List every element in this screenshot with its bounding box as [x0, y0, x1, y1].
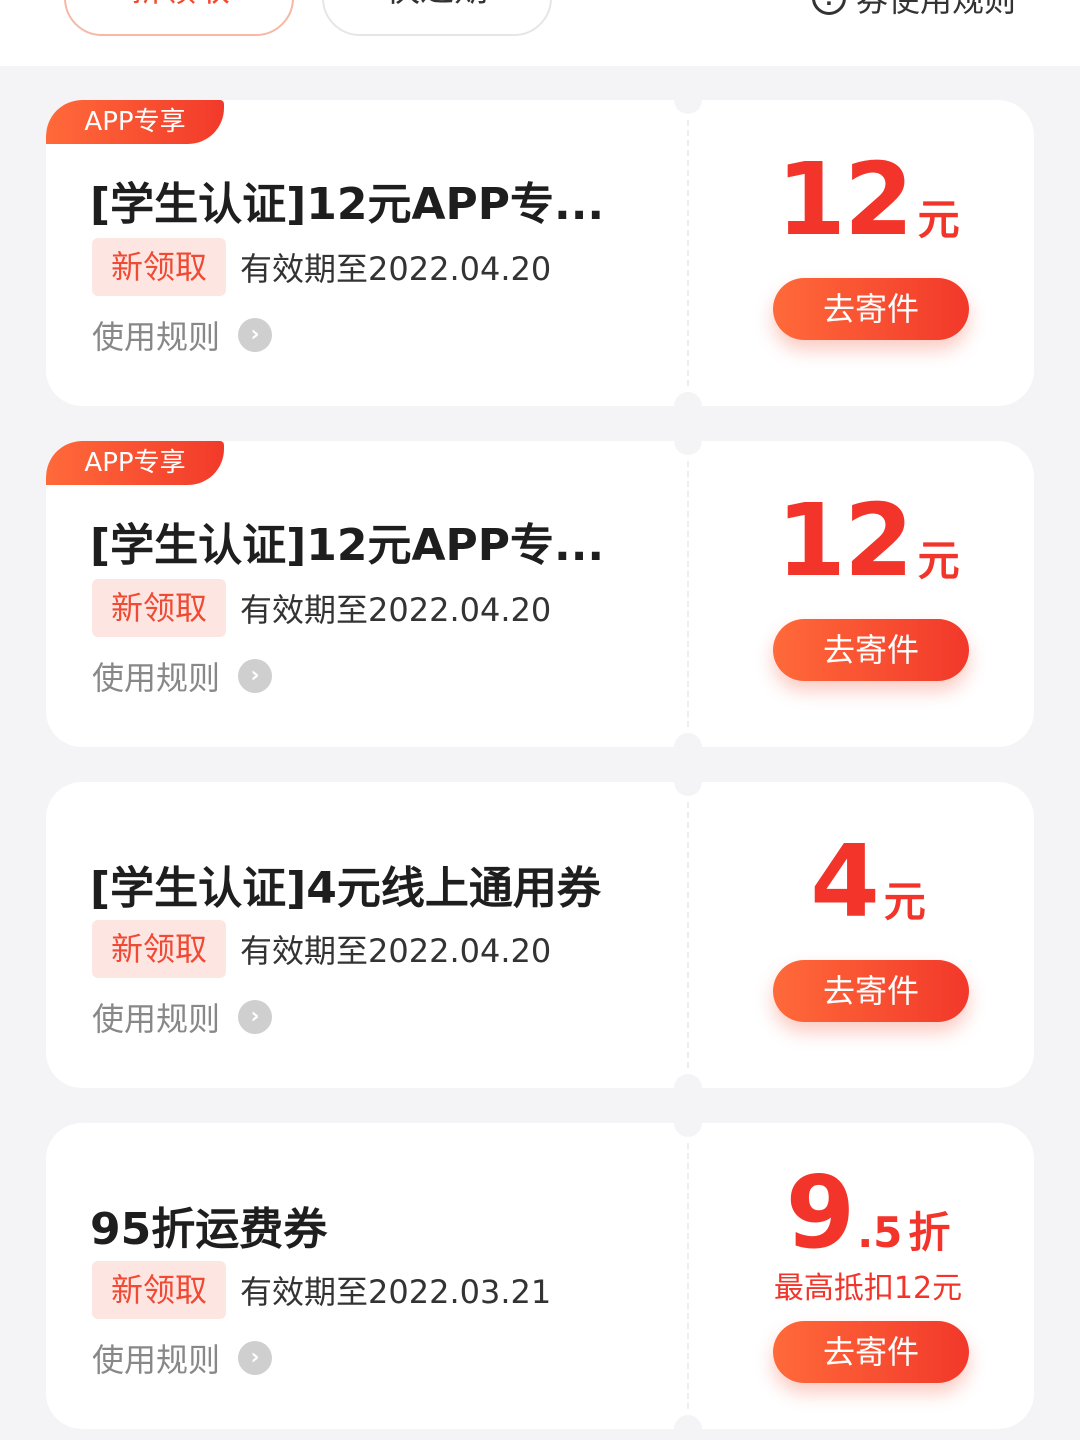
coupon-title: [学生认证]12元APP专...	[90, 520, 605, 571]
new-tag: 新领取	[92, 238, 226, 296]
usage-rules-link[interactable]: 使用规则 ›	[92, 1335, 273, 1381]
max-discount-text: 最高抵扣12元	[773, 1271, 963, 1306]
app-exclusive-badge: APP专享	[46, 441, 224, 485]
new-tag: 新领取	[92, 920, 226, 978]
amount-value: 12	[776, 141, 913, 258]
coupon-amount: 4元	[702, 832, 1034, 932]
coupon-title: [学生认证]12元APP专...	[90, 179, 605, 230]
expiry-date: 有效期至2022.03.21	[240, 1273, 552, 1311]
usage-rules-label: 使用规则	[92, 318, 221, 356]
coupon-card: [学生认证]4元线上通用券 新领取 有效期至2022.04.20 使用规则 › …	[46, 782, 1034, 1088]
filter-new-button[interactable]: 新领取	[64, 0, 294, 36]
usage-rules-label: 使用规则	[92, 659, 221, 697]
expiry-date: 有效期至2022.04.20	[240, 932, 552, 970]
expiry-date: 有效期至2022.04.20	[240, 591, 552, 629]
usage-rules-link[interactable]: 使用规则 ›	[92, 653, 273, 699]
coupon-rules-label: 券使用规则	[855, 0, 1016, 19]
coupon-rules-link[interactable]: ! 券使用规则	[811, 0, 1016, 19]
chevron-right-icon: ›	[238, 1341, 273, 1375]
expiry-date: 有效期至2022.04.20	[240, 250, 552, 288]
coupon-amount: 12 元	[702, 150, 1034, 250]
chevron-right-icon: ›	[238, 318, 273, 352]
coupon-card: APP专享 [学生认证]12元APP专... 新领取 有效期至2022.04.2…	[46, 441, 1034, 747]
new-tag: 新领取	[92, 579, 226, 637]
amount-unit: 折	[908, 1208, 951, 1257]
amount-unit: 元	[917, 536, 960, 585]
coupon-amount: 12 元	[702, 491, 1034, 591]
amount-value: 9	[785, 1154, 856, 1271]
app-exclusive-badge: APP专享	[46, 100, 224, 144]
usage-rules-label: 使用规则	[92, 1000, 221, 1038]
usage-rules-link[interactable]: 使用规则 ›	[92, 312, 273, 358]
amount-unit: 元	[917, 195, 960, 244]
amount-value: 12	[776, 482, 913, 599]
info-icon: !	[811, 0, 846, 15]
chevron-right-icon: ›	[238, 659, 273, 693]
filter-expiring-button[interactable]: 快过期	[322, 0, 552, 36]
send-package-button[interactable]: 去寄件	[773, 278, 969, 340]
amount-value: 4	[810, 823, 880, 940]
amount-unit: 元	[883, 877, 926, 926]
filter-bar: 新领取 快过期 ! 券使用规则	[0, 0, 1080, 66]
coupon-card: 95折运费券 新领取 有效期至2022.03.21 使用规则 › 9.5 折 最高…	[46, 1123, 1034, 1429]
coupon-title: [学生认证]4元线上通用券	[90, 863, 601, 914]
new-tag: 新领取	[92, 1261, 226, 1319]
coupon-card: APP专享 [学生认证]12元APP专... 新领取 有效期至2022.04.2…	[46, 100, 1034, 406]
amount-decimal: .5	[857, 1208, 903, 1257]
send-package-button[interactable]: 去寄件	[773, 960, 969, 1022]
send-package-button[interactable]: 去寄件	[773, 619, 969, 681]
usage-rules-link[interactable]: 使用规则 ›	[92, 994, 273, 1040]
coupon-title: 95折运费券	[90, 1204, 328, 1255]
chevron-right-icon: ›	[238, 1000, 273, 1034]
usage-rules-label: 使用规则	[92, 1341, 221, 1379]
send-package-button[interactable]: 去寄件	[773, 1321, 969, 1383]
coupon-amount: 9.5 折	[702, 1163, 1034, 1263]
